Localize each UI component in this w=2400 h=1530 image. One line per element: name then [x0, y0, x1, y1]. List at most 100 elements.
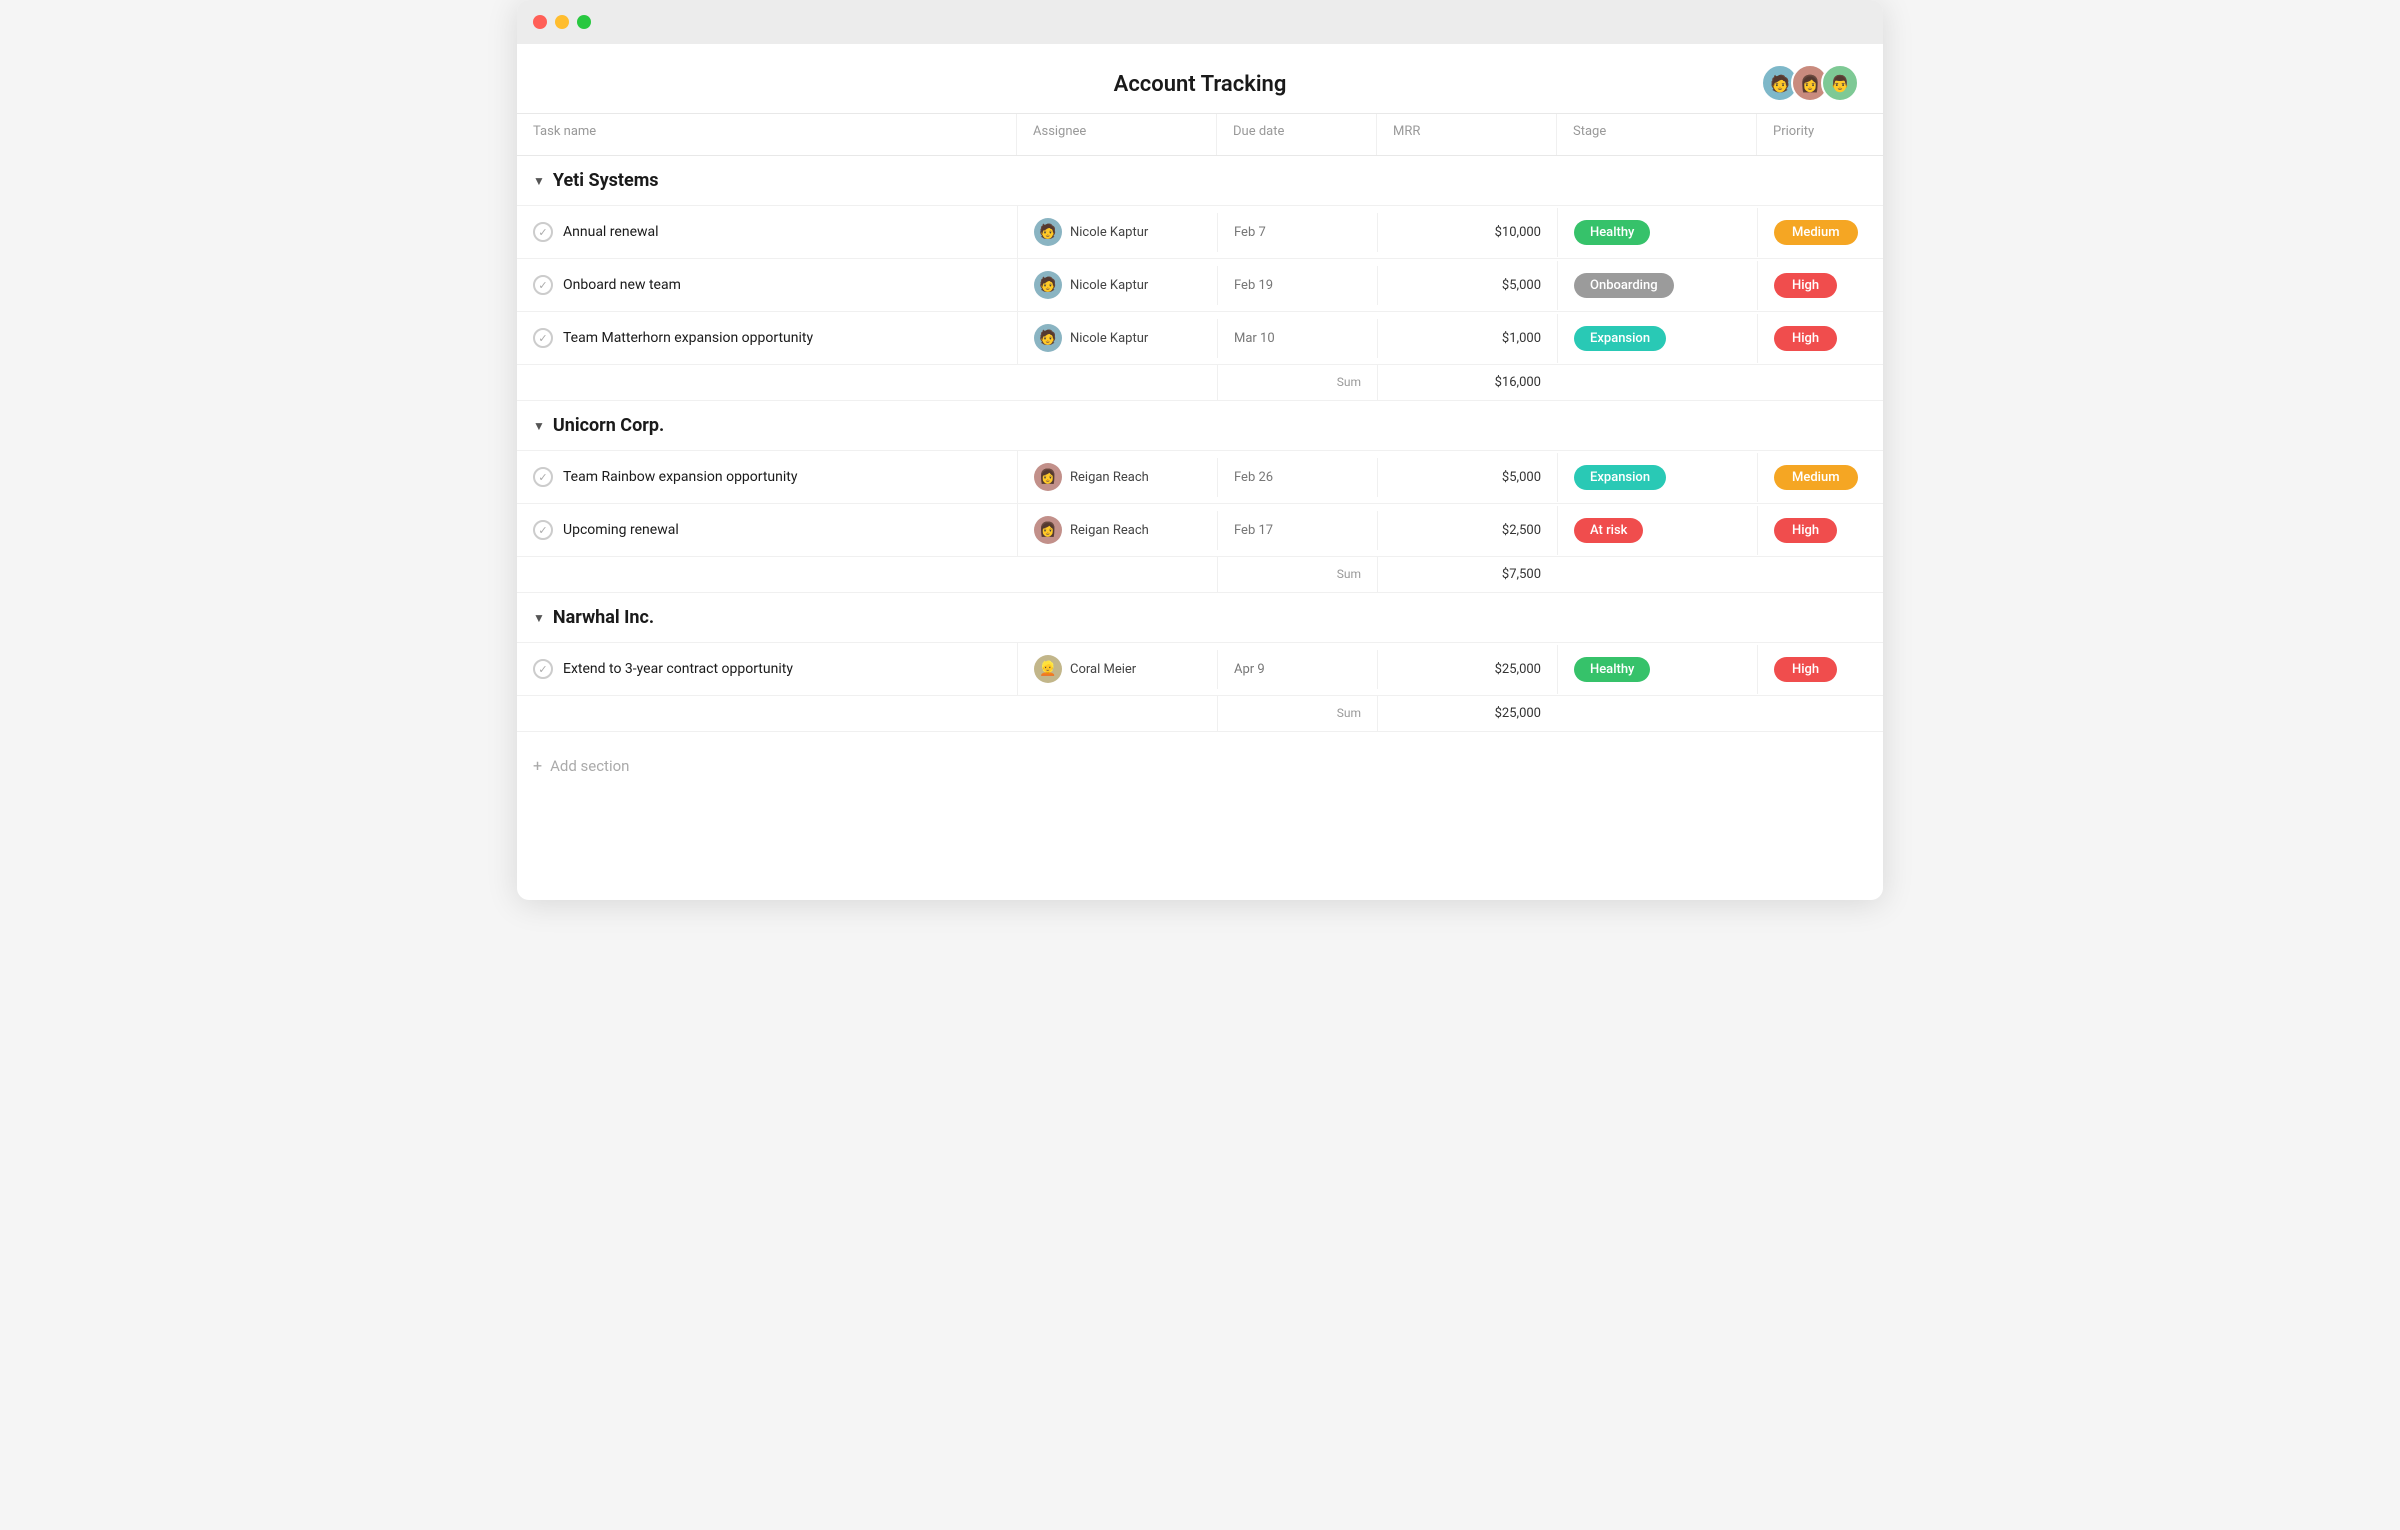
sum-value: $7,500 [1377, 557, 1557, 592]
collapse-chevron[interactable]: ▼ [533, 611, 545, 625]
priority-badge: High [1774, 273, 1837, 298]
stage-badge: Onboarding [1574, 273, 1674, 298]
mrr-value: $1,000 [1377, 319, 1557, 358]
section-title-cell: ▼ Unicorn Corp. [517, 401, 1017, 450]
app-window: Account Tracking 🧑 👩 👨 Task name Assigne… [517, 0, 1883, 900]
task-complete-icon[interactable]: ✓ [533, 222, 553, 242]
mrr-value: $5,000 [1377, 458, 1557, 497]
avatar: 🧑 [1034, 218, 1062, 246]
minimize-button[interactable] [555, 15, 569, 29]
task-complete-icon[interactable]: ✓ [533, 467, 553, 487]
main-table: Task name Assignee Due date MRR Stage Pr… [517, 113, 1883, 839]
collapse-chevron[interactable]: ▼ [533, 174, 545, 188]
task-complete-icon[interactable]: ✓ [533, 275, 553, 295]
task-name: Team Matterhorn expansion opportunity [563, 330, 813, 346]
table-row: ✓ Team Rainbow expansion opportunity 👩 R… [517, 451, 1883, 504]
assignee-cell: 👩 Reigan Reach [1017, 504, 1217, 556]
section-title-cell: ▼ Yeti Systems [517, 156, 1017, 205]
maximize-button[interactable] [577, 15, 591, 29]
title-bar [517, 0, 1883, 44]
avatar: 👱 [1034, 655, 1062, 683]
table-header: Task name Assignee Due date MRR Stage Pr… [517, 113, 1883, 156]
section-narwhal-inc: ▼ Narwhal Inc. [517, 593, 1883, 643]
section-yeti-systems: ▼ Yeti Systems [517, 156, 1883, 206]
col-assignee: Assignee [1017, 114, 1217, 155]
task-complete-icon[interactable]: ✓ [533, 659, 553, 679]
due-date: Feb 17 [1217, 511, 1377, 550]
avatar-group: 🧑 👩 👨 [1761, 64, 1859, 102]
stage-cell: Healthy [1557, 208, 1757, 257]
sum-row-narwhal: Sum $25,000 [517, 696, 1883, 732]
stage-badge: Healthy [1574, 657, 1650, 682]
assignee-cell: 👩 Reigan Reach [1017, 451, 1217, 503]
assignee-cell: 🧑 Nicole Kaptur [1017, 259, 1217, 311]
add-section-label: Add section [550, 757, 629, 775]
priority-badge: High [1774, 326, 1837, 351]
app-header: Account Tracking 🧑 👩 👨 [517, 44, 1883, 113]
sum-row-unicorn: Sum $7,500 [517, 557, 1883, 593]
stage-badge: Expansion [1574, 465, 1666, 490]
task-complete-icon[interactable]: ✓ [533, 520, 553, 540]
task-name: Team Rainbow expansion opportunity [563, 469, 798, 485]
stage-badge: Healthy [1574, 220, 1650, 245]
assignee-name: Nicole Kaptur [1070, 278, 1148, 293]
table-row: ✓ Annual renewal 🧑 Nicole Kaptur Feb 7 $… [517, 206, 1883, 259]
col-mrr: MRR [1377, 114, 1557, 155]
stage-cell: At risk [1557, 506, 1757, 555]
assignee-cell: 🧑 Nicole Kaptur [1017, 312, 1217, 364]
priority-badge: Medium [1774, 220, 1858, 245]
due-date: Apr 9 [1217, 650, 1377, 689]
priority-cell: High [1757, 261, 1883, 310]
task-cell: ✓ Team Rainbow expansion opportunity [517, 455, 1017, 499]
mrr-value: $10,000 [1377, 213, 1557, 252]
assignee-name: Coral Meier [1070, 662, 1136, 677]
sum-value: $16,000 [1377, 365, 1557, 400]
task-cell: ✓ Team Matterhorn expansion opportunity [517, 316, 1017, 360]
col-stage: Stage [1557, 114, 1757, 155]
stage-cell: Expansion [1557, 314, 1757, 363]
avatar: 👩 [1034, 516, 1062, 544]
assignee-cell: 👱 Coral Meier [1017, 643, 1217, 695]
section-title: Yeti Systems [553, 170, 659, 191]
priority-badge: High [1774, 657, 1837, 682]
due-date: Mar 10 [1217, 319, 1377, 358]
collapse-chevron[interactable]: ▼ [533, 419, 545, 433]
sum-label: Sum [1217, 696, 1377, 731]
mrr-value: $25,000 [1377, 650, 1557, 689]
stage-cell: Healthy [1557, 645, 1757, 694]
priority-cell: High [1757, 314, 1883, 363]
due-date: Feb 7 [1217, 213, 1377, 252]
section-unicorn-corp: ▼ Unicorn Corp. [517, 401, 1883, 451]
sum-value: $25,000 [1377, 696, 1557, 731]
task-cell: ✓ Annual renewal [517, 210, 1017, 254]
col-due-date: Due date [1217, 114, 1377, 155]
avatar[interactable]: 👨 [1821, 64, 1859, 102]
stage-badge: Expansion [1574, 326, 1666, 351]
section-title-cell: ▼ Narwhal Inc. [517, 593, 1017, 642]
assignee-name: Reigan Reach [1070, 470, 1149, 485]
assignee-cell: 🧑 Nicole Kaptur [1017, 206, 1217, 258]
task-name: Extend to 3-year contract opportunity [563, 661, 793, 677]
plus-icon: + [533, 756, 542, 775]
assignee-name: Nicole Kaptur [1070, 331, 1148, 346]
task-name: Upcoming renewal [563, 522, 679, 538]
table-row: ✓ Upcoming renewal 👩 Reigan Reach Feb 17… [517, 504, 1883, 557]
close-button[interactable] [533, 15, 547, 29]
assignee-name: Nicole Kaptur [1070, 225, 1148, 240]
priority-badge: High [1774, 518, 1837, 543]
avatar: 🧑 [1034, 271, 1062, 299]
due-date: Feb 26 [1217, 458, 1377, 497]
task-name: Onboard new team [563, 277, 681, 293]
mrr-value: $5,000 [1377, 266, 1557, 305]
task-name: Annual renewal [563, 224, 659, 240]
stage-badge: At risk [1574, 518, 1643, 543]
section-title: Narwhal Inc. [553, 607, 654, 628]
task-complete-icon[interactable]: ✓ [533, 328, 553, 348]
priority-cell: High [1757, 506, 1883, 555]
add-section-button[interactable]: + Add section [517, 732, 1883, 799]
task-cell: ✓ Extend to 3-year contract opportunity [517, 647, 1017, 691]
priority-cell: Medium [1757, 208, 1883, 257]
priority-badge: Medium [1774, 465, 1858, 490]
stage-cell: Expansion [1557, 453, 1757, 502]
avatar: 👩 [1034, 463, 1062, 491]
